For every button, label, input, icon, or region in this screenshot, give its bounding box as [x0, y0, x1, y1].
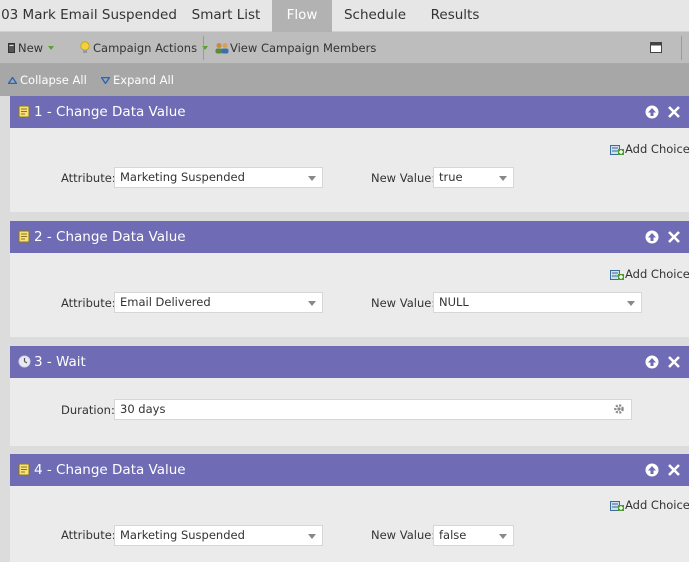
left-gutter: [0, 96, 10, 562]
step-separator: [10, 446, 689, 454]
flow-step-header[interactable]: 1 - Change Data Value: [10, 96, 689, 128]
chevron-down-icon: [627, 301, 635, 306]
attribute-select[interactable]: Marketing Suspended: [114, 525, 323, 546]
attribute-label: Attribute:: [61, 171, 116, 185]
chevron-down-icon: [48, 46, 55, 50]
collapse-all-label: Collapse All: [20, 73, 87, 87]
flow-step-body: Add Choice Attribute: Email Delivered Ne…: [10, 253, 689, 337]
duration-label: Duration:: [61, 403, 115, 417]
expand-all-label: Expand All: [113, 73, 174, 87]
new-value-select-value: true: [439, 170, 463, 184]
close-icon[interactable]: [667, 355, 681, 369]
flow-step-title: 2 - Change Data Value: [34, 229, 186, 245]
duration-field[interactable]: 30 days: [114, 399, 632, 420]
collapse-all-button[interactable]: Collapse All: [7, 64, 87, 96]
duration-field-value: 30 days: [120, 402, 166, 416]
add-choice-label: Add Choice: [625, 142, 689, 156]
clock-icon: [18, 355, 31, 368]
new-menu-label: New: [18, 41, 44, 55]
flow-step-header[interactable]: 4 - Change Data Value: [10, 454, 689, 486]
new-value-label: New Value:: [371, 528, 436, 542]
toolbar-divider: [203, 36, 204, 60]
new-value-label: New Value:: [371, 296, 436, 310]
close-icon[interactable]: [667, 463, 681, 477]
window-icon: [650, 42, 662, 53]
expand-all-button[interactable]: Expand All: [100, 64, 174, 96]
gear-icon[interactable]: [613, 403, 625, 415]
triangle-down-icon: [100, 76, 111, 85]
new-value-select[interactable]: false: [433, 525, 514, 546]
add-choice-button[interactable]: Add Choice: [610, 142, 689, 156]
new-value-select[interactable]: true: [433, 167, 514, 188]
flow-step-header[interactable]: 2 - Change Data Value: [10, 221, 689, 253]
tab-bar: 03 Mark Email Suspended Smart List Flow …: [0, 0, 689, 32]
tab-flow[interactable]: Flow: [272, 0, 332, 32]
attribute-label: Attribute:: [61, 528, 116, 542]
attribute-select-value: Marketing Suspended: [120, 170, 245, 184]
tab-schedule[interactable]: Schedule: [334, 0, 416, 32]
move-up-icon[interactable]: [645, 355, 659, 369]
collapse-bar: Collapse All Expand All: [0, 64, 689, 96]
toolbar: New Campaign Actions View Campaign Membe…: [0, 32, 689, 64]
view-campaign-members-label: View Campaign Members: [230, 41, 377, 55]
step-separator: [10, 337, 689, 346]
flow-step-body: Duration: 30 days: [10, 378, 689, 446]
window-toggle-button[interactable]: [650, 32, 662, 64]
attribute-select-value: Marketing Suspended: [120, 528, 245, 542]
tab-results[interactable]: Results: [420, 0, 490, 32]
add-choice-button[interactable]: Add Choice: [610, 267, 689, 281]
chevron-down-icon: [308, 534, 316, 539]
flow-step-body: Add Choice Attribute: Marketing Suspende…: [10, 128, 689, 212]
lightbulb-icon: [80, 41, 90, 53]
move-up-icon[interactable]: [645, 105, 659, 119]
add-choice-label: Add Choice: [625, 267, 689, 281]
add-choice-button[interactable]: Add Choice: [610, 498, 689, 512]
new-menu-button[interactable]: New: [8, 32, 55, 64]
attribute-label: Attribute:: [61, 296, 116, 310]
move-up-icon[interactable]: [645, 463, 659, 477]
chevron-down-icon: [499, 534, 507, 539]
tab-campaign-name[interactable]: 03 Mark Email Suspended: [0, 0, 178, 32]
attribute-select-value: Email Delivered: [120, 295, 211, 309]
tab-smart-list[interactable]: Smart List: [182, 0, 270, 32]
close-icon[interactable]: [667, 105, 681, 119]
move-up-icon[interactable]: [645, 230, 659, 244]
new-value-select-value: false: [439, 528, 467, 542]
new-value-select[interactable]: NULL: [433, 292, 642, 313]
step-separator: [10, 212, 689, 221]
new-value-select-value: NULL: [439, 295, 469, 309]
data-value-icon: [18, 105, 30, 118]
people-icon: [215, 43, 229, 54]
flow-step-title: 1 - Change Data Value: [34, 104, 186, 120]
flow-step-title: 3 - Wait: [34, 354, 86, 370]
chevron-down-icon: [308, 176, 316, 181]
triangle-up-icon: [7, 76, 18, 85]
toolbar-divider: [681, 36, 682, 60]
add-choice-icon: [610, 145, 624, 155]
add-choice-icon: [610, 501, 624, 511]
new-value-label: New Value:: [371, 171, 436, 185]
attribute-select[interactable]: Email Delivered: [114, 292, 323, 313]
flow-step-header[interactable]: 3 - Wait: [10, 346, 689, 378]
close-icon[interactable]: [667, 230, 681, 244]
flow-step-body: Add Choice Attribute: Marketing Suspende…: [10, 486, 689, 562]
chevron-down-icon: [499, 176, 507, 181]
data-value-icon: [18, 463, 30, 476]
data-value-icon: [18, 230, 30, 243]
chevron-down-icon: [308, 301, 316, 306]
attribute-select[interactable]: Marketing Suspended: [114, 167, 323, 188]
new-icon: [8, 43, 15, 53]
campaign-actions-label: Campaign Actions: [93, 41, 198, 55]
view-campaign-members-button[interactable]: View Campaign Members: [215, 32, 376, 64]
add-choice-icon: [610, 270, 624, 280]
flow-step-title: 4 - Change Data Value: [34, 462, 186, 478]
add-choice-label: Add Choice: [625, 498, 689, 512]
campaign-actions-button[interactable]: Campaign Actions: [80, 32, 209, 64]
